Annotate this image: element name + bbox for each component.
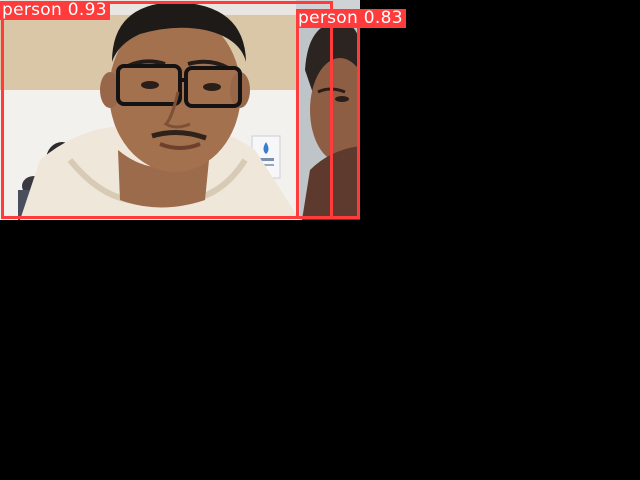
detection-label-2: person 0.83: [296, 9, 406, 28]
person-bounding-box-1: [1, 1, 333, 219]
detection-label-1: person 0.93: [0, 1, 110, 20]
empty-canvas-area: [0, 220, 640, 480]
person-bounding-box-2: [296, 9, 360, 219]
detection-output-canvas: person 0.93 person 0.83: [0, 0, 640, 480]
